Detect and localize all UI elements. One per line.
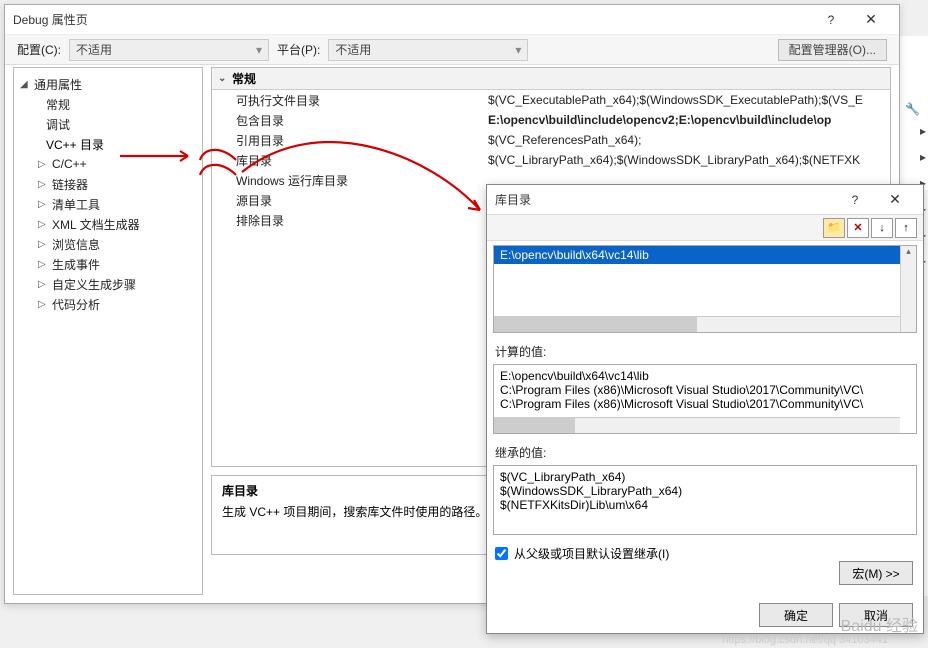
inherit-checkbox-row[interactable]: 从父级或项目默认设置继承(I) (495, 545, 915, 562)
close-icon[interactable]: ✕ (851, 11, 891, 28)
config-row: 配置(C): 不适用 平台(P): 不适用 配置管理器(O)... (5, 35, 899, 65)
tree-root-label: 通用属性 (34, 76, 82, 93)
watermark-url: https://blog.csdn.net/qq 34103441 (722, 634, 888, 646)
tree-item-codeanalysis[interactable]: ▷代码分析 (16, 294, 200, 314)
expand-icon: ▷ (38, 219, 52, 230)
tree-item-debug[interactable]: 调试 (16, 114, 200, 134)
inherit-checkbox[interactable] (495, 547, 508, 560)
row-ref-dirs[interactable]: 引用目录$(VC_ReferencesPath_x64); (212, 130, 890, 150)
expand-icon: ▷ (38, 199, 52, 210)
tree-root[interactable]: ◢通用属性 (16, 74, 200, 94)
section-header[interactable]: ⌄常规 (212, 68, 890, 90)
computed-value: E:\opencv\build\x64\vc14\lib (500, 369, 910, 383)
tree-item-manifest[interactable]: ▷清单工具 (16, 194, 200, 214)
tree-item-xmldoc[interactable]: ▷XML 文档生成器 (16, 214, 200, 234)
popup-titlebar: 库目录 ? ✕ (487, 185, 923, 215)
tree-item-browse[interactable]: ▷浏览信息 (16, 234, 200, 254)
horizontal-scrollbar[interactable] (494, 417, 900, 433)
platform-label: 平台(P): (277, 41, 320, 58)
row-exec-dirs[interactable]: 可执行文件目录$(VC_ExecutablePath_x64);$(Window… (212, 90, 890, 110)
platform-value: 不适用 (335, 41, 371, 58)
window-title: Debug 属性页 (13, 11, 811, 28)
expand-icon: ▷ (38, 279, 52, 290)
inherited-values-box: $(VC_LibraryPath_x64) $(WindowsSDK_Libra… (493, 465, 917, 535)
horizontal-scrollbar[interactable] (494, 316, 900, 332)
inherited-label: 继承的值: (495, 444, 915, 461)
lib-dirs-editor: 库目录 ? ✕ 📁 ✕ ↓ ↑ E:\opencv\build\x64\vc14… (486, 184, 924, 634)
titlebar: Debug 属性页 ? ✕ (5, 5, 899, 35)
tree-item-vcdirs[interactable]: VC++ 目录 (16, 134, 200, 154)
config-manager-label: 配置管理器(O)... (789, 41, 876, 58)
config-label: 配置(C): (17, 41, 61, 58)
tree-item-custombuild[interactable]: ▷自定义生成步骤 (16, 274, 200, 294)
row-lib-dirs[interactable]: 库目录$(VC_LibraryPath_x64);$(WindowsSDK_Li… (212, 150, 890, 170)
tree-item-buildevents[interactable]: ▷生成事件 (16, 254, 200, 274)
expand-icon: ▷ (38, 259, 52, 270)
config-manager-button[interactable]: 配置管理器(O)... (778, 39, 887, 61)
vertical-scrollbar[interactable] (900, 246, 916, 332)
category-tree[interactable]: ◢通用属性 常规 调试 VC++ 目录 ▷C/C++ ▷链接器 ▷清单工具 ▷X… (13, 67, 203, 595)
inherited-value: $(NETFXKitsDir)Lib\um\x64 (500, 498, 910, 512)
inherited-value: $(VC_LibraryPath_x64) (500, 470, 910, 484)
help-icon[interactable]: ? (811, 13, 851, 27)
ok-button[interactable]: 确定 (759, 603, 833, 627)
tree-item-cpp[interactable]: ▷C/C++ (16, 154, 200, 174)
move-down-button[interactable]: ↓ (871, 218, 893, 238)
move-up-button[interactable]: ↑ (895, 218, 917, 238)
expand-icon: ▷ (38, 239, 52, 250)
tree-item-general[interactable]: 常规 (16, 94, 200, 114)
computed-value: C:\Program Files (x86)\Microsoft Visual … (500, 383, 910, 397)
computed-value: C:\Program Files (x86)\Microsoft Visual … (500, 397, 910, 411)
macros-button[interactable]: 宏(M) >> (839, 561, 913, 585)
expand-icon: ▷ (38, 299, 52, 310)
list-item[interactable]: E:\opencv\build\x64\vc14\lib (494, 246, 916, 264)
close-icon[interactable]: ✕ (875, 191, 915, 208)
popup-toolbar: 📁 ✕ ↓ ↑ (487, 215, 923, 241)
new-line-button[interactable]: 📁 (823, 218, 845, 238)
expand-icon: ▷ (38, 159, 52, 170)
help-icon[interactable]: ? (835, 193, 875, 207)
config-value: 不适用 (76, 41, 112, 58)
config-dropdown[interactable]: 不适用 (69, 39, 269, 61)
computed-label: 计算的值: (495, 343, 915, 360)
wrench-icon[interactable]: 🔧 (905, 102, 920, 116)
platform-dropdown[interactable]: 不适用 (328, 39, 528, 61)
computed-values-box: E:\opencv\build\x64\vc14\lib C:\Program … (493, 364, 917, 434)
cancel-button[interactable]: 取消 (839, 603, 913, 627)
inherit-checkbox-label: 从父级或项目默认设置继承(I) (514, 545, 669, 562)
popup-button-row: 确定 取消 (759, 603, 913, 627)
delete-button[interactable]: ✕ (847, 218, 869, 238)
tree-item-linker[interactable]: ▷链接器 (16, 174, 200, 194)
expand-icon: ▷ (38, 179, 52, 190)
collapse-icon: ⌄ (218, 73, 232, 84)
popup-title: 库目录 (495, 191, 835, 208)
directory-list[interactable]: E:\opencv\build\x64\vc14\lib (493, 245, 917, 333)
collapse-icon: ◢ (20, 79, 34, 90)
section-title: 常规 (232, 70, 256, 87)
row-include-dirs[interactable]: 包含目录E:\opencv\build\include\opencv2;E:\o… (212, 110, 890, 130)
inherited-value: $(WindowsSDK_LibraryPath_x64) (500, 484, 910, 498)
